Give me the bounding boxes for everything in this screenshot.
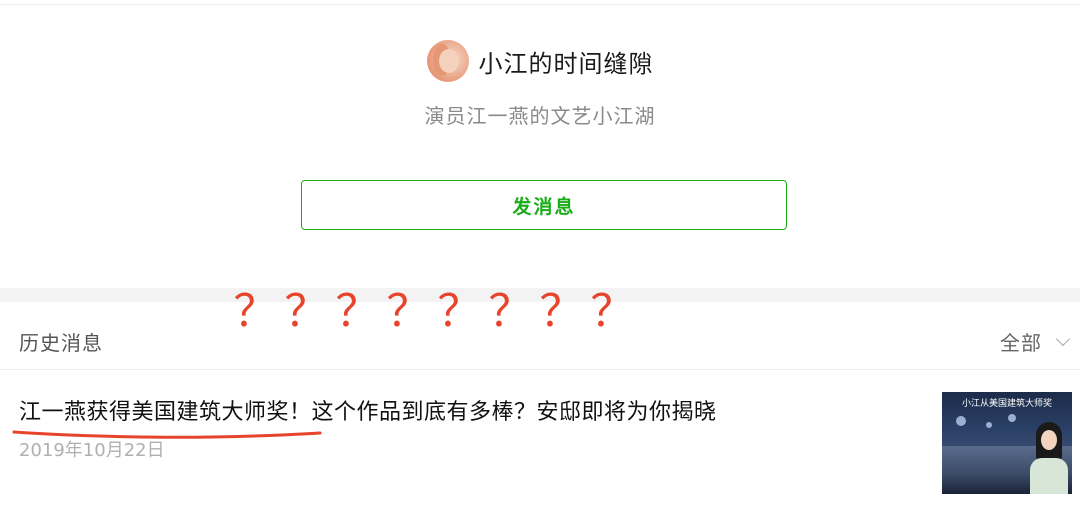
account-name: 小江的时间缝隙	[478, 49, 654, 78]
question-mark: ？	[386, 287, 431, 336]
article-title[interactable]: 江一燕获得美国建筑大师奖！这个作品到底有多棒？安邸即将为你揭晓	[19, 394, 717, 426]
account-name-row: 小江的时间缝隙	[0, 40, 1080, 82]
send-message-button[interactable]: 发消息	[301, 180, 787, 230]
thumbnail-caption: 小江从美国建筑大师奖	[961, 399, 1052, 409]
question-mark: ？	[488, 287, 533, 336]
profile-header: 小江的时间缝隙 演员江一燕的文艺小江湖 发消息	[0, 0, 1080, 288]
history-title: 历史消息	[19, 331, 103, 355]
question-mark: ？	[437, 287, 482, 336]
question-mark: ？	[590, 287, 635, 336]
article-thumbnail[interactable]: 小江从美国建筑大师奖	[942, 392, 1072, 494]
question-mark: ？	[335, 287, 380, 336]
question-mark: ？	[233, 287, 278, 336]
filter-label: 全部	[1000, 331, 1042, 355]
avatar[interactable]	[426, 40, 469, 82]
thumbnail-person	[1030, 422, 1068, 494]
question-mark: ？	[284, 287, 329, 336]
account-bio: 演员江一燕的文艺小江湖	[424, 104, 656, 128]
article-item[interactable]: 江一燕获得美国建筑大师奖！这个作品到底有多棒？安邸即将为你揭晓 2019年10月…	[0, 370, 1080, 506]
chevron-down-icon	[1055, 331, 1071, 346]
question-mark-annotation: ？ ？ ？ ？ ？ ？ ？ ？	[230, 290, 638, 334]
article-date: 2019年10月22日	[19, 440, 165, 461]
filter-dropdown[interactable]: 全部	[1000, 327, 1071, 356]
question-mark: ？	[539, 287, 584, 336]
